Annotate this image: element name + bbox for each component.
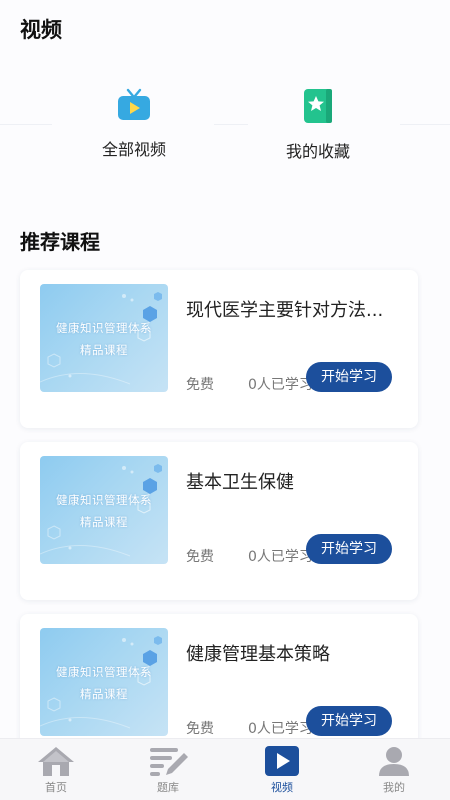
user-icon: [379, 747, 409, 776]
my-favorites-button[interactable]: 我的收藏: [248, 88, 388, 162]
tab-label: 我的: [383, 781, 405, 794]
thumbnail-subtitle: 精品课程: [80, 515, 128, 529]
my-favorites-label: 我的收藏: [285, 142, 350, 161]
quick-links: 全部视频 我的收藏: [0, 88, 450, 178]
tab-label: 首页: [45, 781, 67, 794]
hexagon-pattern-icon: [40, 636, 162, 729]
course-card[interactable]: 健康知识管理体系 精品课程 基本卫生保健 免费 0人已学习 开始学习: [20, 442, 418, 600]
course-students: 0人已学习: [248, 377, 313, 393]
start-learning-button[interactable]: 开始学习: [306, 534, 392, 564]
course-students: 0人已学习: [248, 549, 313, 565]
tv-icon: [118, 88, 150, 120]
thumbnail-subtitle: 精品课程: [80, 687, 128, 701]
tab-home[interactable]: 首页: [0, 745, 112, 795]
bottom-tab-bar: 首页 题库 视频 我的: [0, 738, 450, 800]
all-videos-button[interactable]: 全部视频: [64, 88, 204, 160]
page-title: 视频: [20, 18, 62, 42]
thumbnail-title: 健康知识管理体系: [56, 665, 152, 679]
course-students: 0人已学习: [248, 721, 313, 737]
divider: [400, 124, 450, 125]
course-title: 基本卫生保健: [186, 472, 294, 493]
question-bank-icon: [150, 748, 188, 776]
thumbnail-title: 健康知识管理体系: [56, 493, 152, 507]
start-learning-button[interactable]: 开始学习: [306, 706, 392, 736]
course-price: 免费: [186, 377, 214, 393]
divider: [214, 124, 248, 125]
divider: [0, 124, 52, 125]
home-icon: [38, 747, 74, 776]
section-title: 推荐课程: [20, 230, 100, 254]
tab-mine[interactable]: 我的: [338, 745, 450, 795]
tab-label: 视频: [271, 781, 293, 794]
bookmark-star-icon: [304, 89, 332, 123]
tab-question-bank[interactable]: 题库: [112, 745, 224, 795]
all-videos-label: 全部视频: [101, 140, 166, 159]
hexagon-pattern-icon: [40, 464, 162, 557]
course-title: 健康管理基本策略: [186, 644, 330, 665]
course-thumbnail: 健康知识管理体系 精品课程: [40, 628, 168, 736]
hexagon-pattern-icon: [40, 292, 162, 385]
tab-video[interactable]: 视频: [226, 745, 338, 795]
start-learning-button[interactable]: 开始学习: [306, 362, 392, 392]
course-thumbnail: 健康知识管理体系 精品课程: [40, 284, 168, 392]
tab-label: 题库: [157, 781, 179, 794]
course-price: 免费: [186, 721, 214, 737]
course-card[interactable]: 健康知识管理体系 精品课程 现代医学主要针对方法... 免费 0人已学习 开始学…: [20, 270, 418, 428]
course-title: 现代医学主要针对方法...: [186, 300, 384, 321]
thumbnail-title: 健康知识管理体系: [56, 321, 152, 335]
course-thumbnail: 健康知识管理体系 精品课程: [40, 456, 168, 564]
course-list: 健康知识管理体系 精品课程 现代医学主要针对方法... 免费 0人已学习 开始学…: [20, 270, 418, 786]
play-icon: [265, 746, 299, 776]
thumbnail-subtitle: 精品课程: [80, 343, 128, 357]
course-price: 免费: [186, 549, 214, 565]
